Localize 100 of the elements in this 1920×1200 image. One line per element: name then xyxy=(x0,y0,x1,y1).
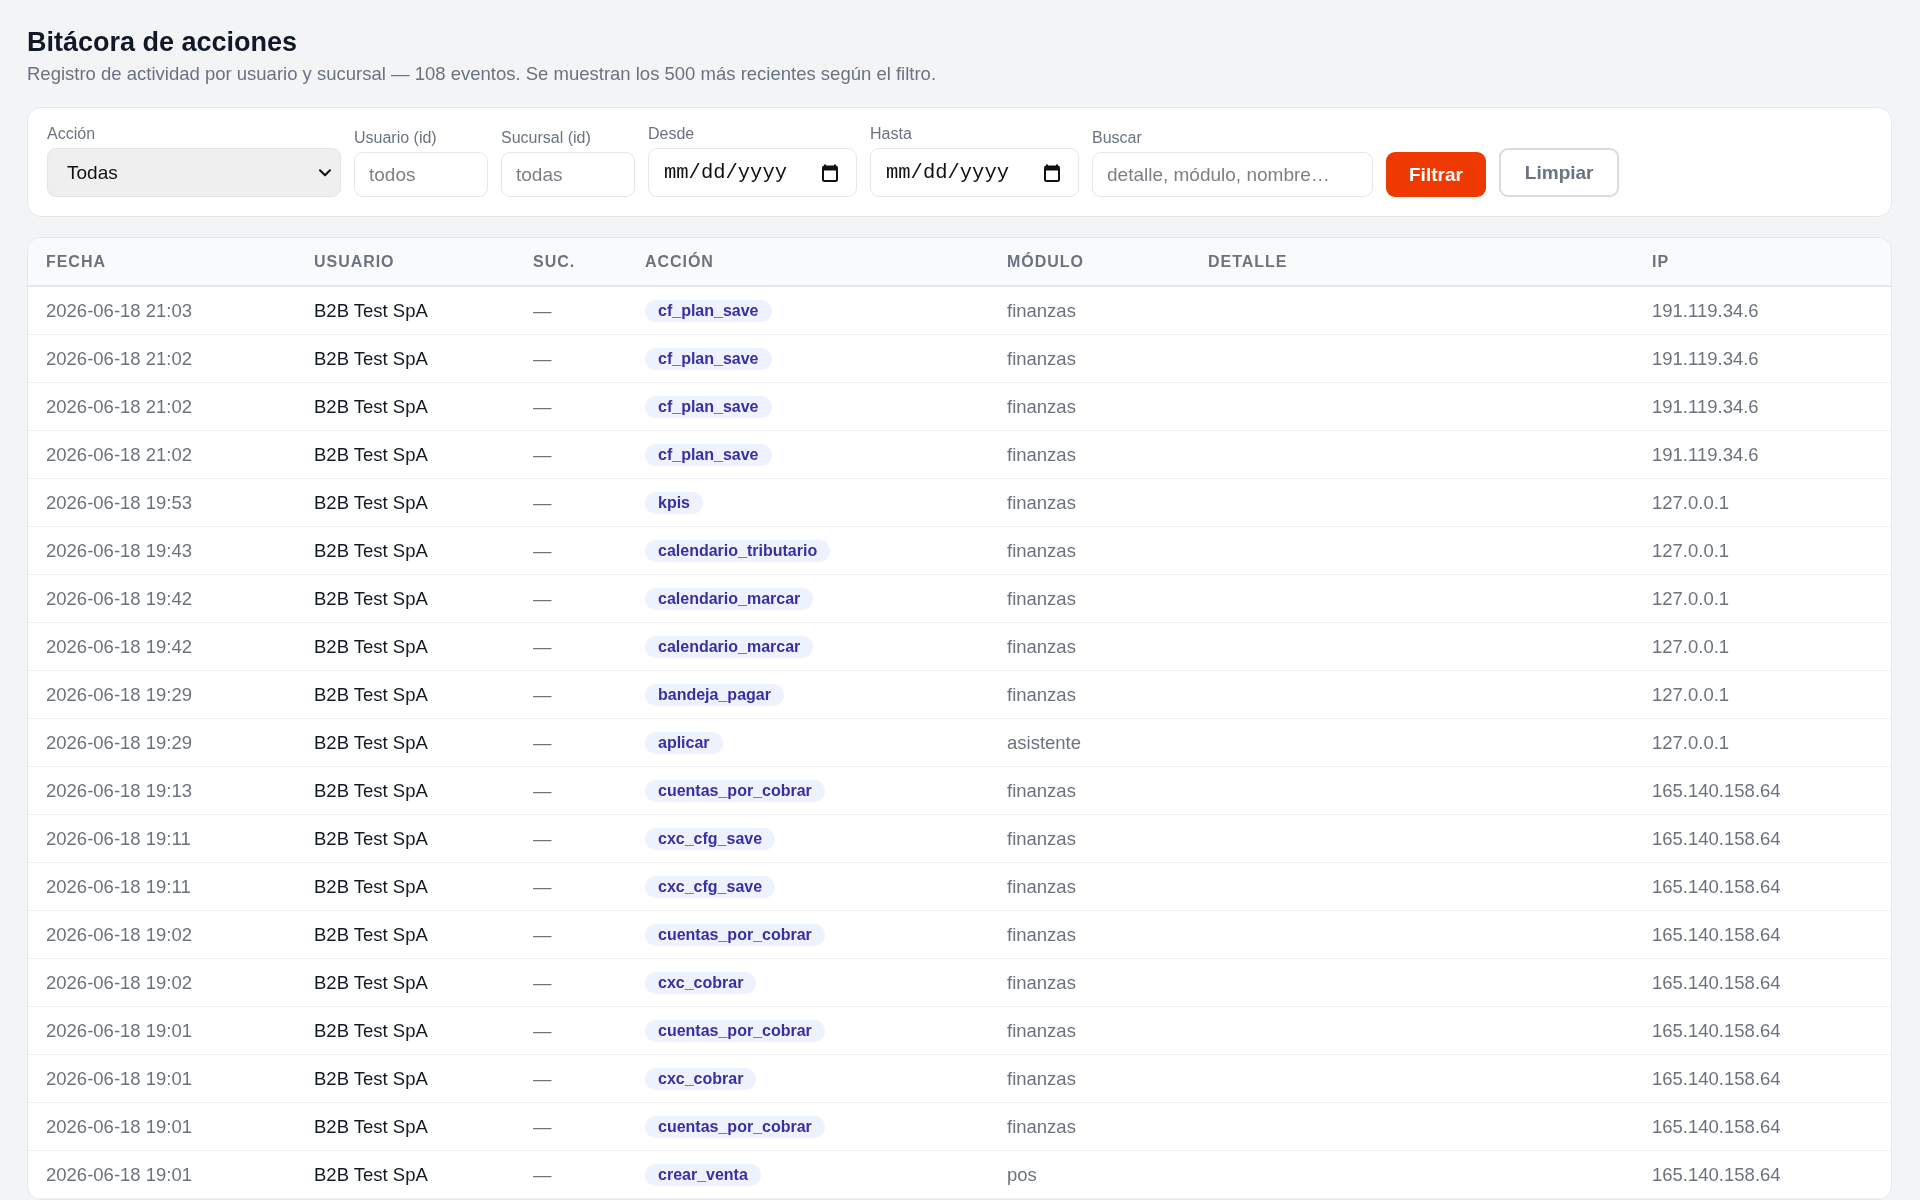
table-cell-text: — xyxy=(532,538,553,563)
action-tag: cf_plan_save xyxy=(645,395,772,418)
table-cell-text: 191.119.34.6 xyxy=(1651,346,1760,371)
table-cell-text: 127.0.0.1 xyxy=(1651,490,1731,515)
table-cell-text: 191.119.34.6 xyxy=(1651,298,1760,323)
table-cell-text: finanzas xyxy=(1006,922,1077,947)
table-cell-text: finanzas xyxy=(1006,1066,1077,1091)
table-cell-text: finanzas xyxy=(1006,538,1077,563)
text-field[interactable]: todos xyxy=(354,152,488,197)
action-tag: cuentas_por_cobrar xyxy=(645,1115,825,1138)
table-cell-text: finanzas xyxy=(1006,970,1077,995)
table-cell-text: finanzas xyxy=(1006,682,1077,707)
table-cell-text: 127.0.0.1 xyxy=(1651,682,1731,707)
table-cell-text: B2B Test SpA xyxy=(313,730,429,755)
table-cell-text: 2026-06-18 21:02 xyxy=(45,442,194,467)
action-select[interactable]: Todas xyxy=(47,148,341,197)
column-header: MÓDULO xyxy=(1006,251,1085,272)
table-cell-text: 2026-06-18 19:29 xyxy=(45,730,194,755)
table-cell-text: finanzas xyxy=(1006,874,1077,899)
column-header: ACCIÓN xyxy=(644,251,715,272)
table-cell-text: B2B Test SpA xyxy=(313,1066,429,1091)
table-cell-text: — xyxy=(532,298,553,323)
column-header: SUC. xyxy=(532,251,577,272)
table-cell-text: 165.140.158.64 xyxy=(1651,874,1782,899)
action-tag: cf_plan_save xyxy=(645,443,772,466)
column-header: IP xyxy=(1651,251,1671,272)
table-cell-text: 2026-06-18 19:13 xyxy=(45,778,194,803)
action-tag: cuentas_por_cobrar xyxy=(645,779,825,802)
date-field[interactable]: mm/dd/yyyy xyxy=(870,148,1079,197)
field-label: Hasta xyxy=(870,124,913,143)
table-cell-text: B2B Test SpA xyxy=(313,298,429,323)
table-cell-text: finanzas xyxy=(1006,298,1077,323)
action-tag: bandeja_pagar xyxy=(645,683,784,706)
table-cell-text: 165.140.158.64 xyxy=(1651,1114,1782,1139)
table-cell-text: — xyxy=(532,682,553,707)
table-cell-text: finanzas xyxy=(1006,442,1077,467)
table-cell-text: finanzas xyxy=(1006,826,1077,851)
table-cell-text: 2026-06-18 19:02 xyxy=(45,970,194,995)
table-cell-text: B2B Test SpA xyxy=(313,778,429,803)
table-cell-text: 127.0.0.1 xyxy=(1651,538,1731,563)
table-cell-text: pos xyxy=(1006,1162,1038,1187)
calendar-icon xyxy=(1044,163,1060,182)
table-cell-text: 165.140.158.64 xyxy=(1651,1066,1782,1091)
table-cell-text: 2026-06-18 19:43 xyxy=(45,538,194,563)
table-cell-text: 127.0.0.1 xyxy=(1651,730,1731,755)
table-cell-text: — xyxy=(532,394,553,419)
field-label: Sucursal (id) xyxy=(501,128,592,147)
table-cell-text: B2B Test SpA xyxy=(313,922,429,947)
table-cell-text: 165.140.158.64 xyxy=(1651,826,1782,851)
table-cell-text: — xyxy=(532,826,553,851)
table-cell-text: finanzas xyxy=(1006,586,1077,611)
field-label: Usuario (id) xyxy=(354,128,438,147)
table-cell-text: 2026-06-18 21:03 xyxy=(45,298,194,323)
table-cell-text: — xyxy=(532,730,553,755)
table-cell-text: 2026-06-18 19:02 xyxy=(45,922,194,947)
table-cell-text: finanzas xyxy=(1006,346,1077,371)
table-cell-text: 2026-06-18 19:53 xyxy=(45,490,194,515)
clear-button[interactable]: Limpiar xyxy=(1498,148,1620,197)
action-tag: cxc_cobrar xyxy=(645,1067,757,1090)
table-cell-text: B2B Test SpA xyxy=(313,490,429,515)
table-cell-text: B2B Test SpA xyxy=(313,538,429,563)
table-cell-text: 2026-06-18 19:01 xyxy=(45,1162,194,1187)
filter-button[interactable]: Filtrar xyxy=(1386,152,1486,197)
calendar-icon xyxy=(822,163,838,182)
table-cell-text: — xyxy=(532,442,553,467)
table-cell-text: 2026-06-18 19:29 xyxy=(45,682,194,707)
table-cell-text: finanzas xyxy=(1006,778,1077,803)
table-cell-text: B2B Test SpA xyxy=(313,442,429,467)
table-cell-text: B2B Test SpA xyxy=(313,826,429,851)
field-label: Buscar xyxy=(1092,128,1143,147)
field-label: Desde xyxy=(648,124,696,143)
action-tag: cxc_cfg_save xyxy=(645,875,776,898)
table-cell-text: 2026-06-18 19:01 xyxy=(45,1066,194,1091)
text-field[interactable]: todas xyxy=(501,152,635,197)
table-cell-text: 165.140.158.64 xyxy=(1651,970,1782,995)
search-field[interactable]: detalle, módulo, nombre… xyxy=(1092,152,1373,197)
table-cell-text: 191.119.34.6 xyxy=(1651,442,1760,467)
action-tag: cuentas_por_cobrar xyxy=(645,923,825,946)
date-field[interactable]: mm/dd/yyyy xyxy=(648,148,857,197)
table-cell-text: 165.140.158.64 xyxy=(1651,922,1782,947)
action-tag: cxc_cobrar xyxy=(645,971,757,994)
table-cell-text: — xyxy=(532,1018,553,1043)
table-cell-text: 2026-06-18 21:02 xyxy=(45,394,194,419)
table-cell-text: 2026-06-18 19:01 xyxy=(45,1114,194,1139)
table-cell-text: finanzas xyxy=(1006,490,1077,515)
table-cell-text: 2026-06-18 19:11 xyxy=(45,874,192,899)
table-cell-text: 127.0.0.1 xyxy=(1651,634,1731,659)
table-cell-text: B2B Test SpA xyxy=(313,1162,429,1187)
table-cell-text: B2B Test SpA xyxy=(313,970,429,995)
table-cell-text: — xyxy=(532,922,553,947)
table-cell-text: — xyxy=(532,970,553,995)
table-cell-text: B2B Test SpA xyxy=(313,1018,429,1043)
table-cell-text: — xyxy=(532,634,553,659)
table-cell-text: 165.140.158.64 xyxy=(1651,1018,1782,1043)
table-cell-text: — xyxy=(532,346,553,371)
table-cell-text: finanzas xyxy=(1006,634,1077,659)
table-cell-text: finanzas xyxy=(1006,1018,1077,1043)
table-cell-text: B2B Test SpA xyxy=(313,346,429,371)
table-cell-text: 2026-06-18 19:42 xyxy=(45,586,194,611)
table-cell-text: 165.140.158.64 xyxy=(1651,1162,1782,1187)
